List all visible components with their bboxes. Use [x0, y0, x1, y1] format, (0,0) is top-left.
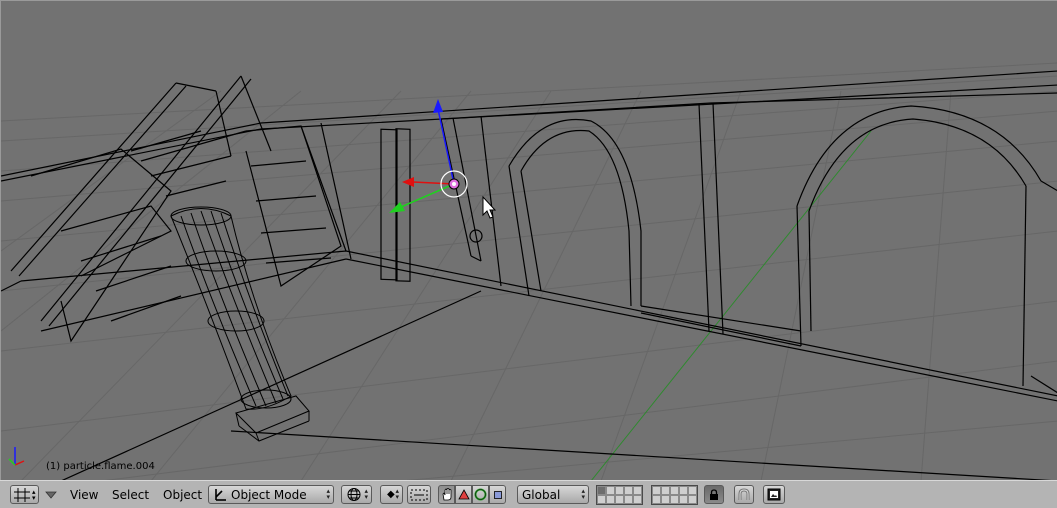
layer-button[interactable]	[615, 494, 624, 504]
layer-button[interactable]	[633, 485, 642, 495]
dropdown-arrows-icon: ▴ ▾	[326, 487, 330, 501]
translate-manipulator-button[interactable]	[455, 485, 472, 504]
triangle-down-icon	[45, 491, 57, 499]
manipulator-toggle-button[interactable]	[438, 485, 455, 504]
axis-gizmo-icon	[8, 447, 25, 466]
lock-layers-button[interactable]	[704, 485, 724, 504]
active-object-info: (1) particle.flame.004	[46, 461, 155, 472]
layer-button[interactable]	[606, 494, 615, 504]
layer-button[interactable]	[652, 485, 661, 495]
layer-block-1	[596, 484, 643, 505]
layer-button[interactable]	[679, 485, 688, 495]
object-menu[interactable]: Object	[159, 485, 206, 504]
scale-square-icon	[493, 490, 502, 499]
pivot-point-icon: ◆	[387, 489, 395, 500]
layer-button[interactable]	[670, 485, 679, 495]
hand-icon	[442, 488, 451, 501]
scale-manipulator-button[interactable]	[489, 485, 506, 504]
rotate-ring-icon	[474, 488, 487, 501]
layer-button[interactable]	[597, 485, 606, 495]
transform-orientation-dropdown[interactable]: Global ▴ ▾	[517, 485, 589, 504]
layer-button[interactable]	[606, 485, 615, 495]
rotate-manipulator-button[interactable]	[472, 485, 489, 504]
layer-button[interactable]	[624, 494, 633, 504]
3d-viewport[interactable]: (1) particle.flame.004	[0, 0, 1057, 480]
dropdown-arrows-icon: ▴ ▾	[395, 487, 399, 501]
layer-buttons-group-2	[651, 484, 698, 505]
editor-type-button[interactable]: ▴ ▾	[10, 485, 39, 504]
layer-button[interactable]	[661, 494, 670, 504]
layer-button[interactable]	[615, 485, 624, 495]
layer-button[interactable]	[679, 494, 688, 504]
draw-type-sphere-icon	[347, 488, 361, 501]
view-menu[interactable]: View	[66, 485, 102, 504]
layer-button[interactable]	[661, 485, 670, 495]
layer-button[interactable]	[597, 494, 606, 504]
layer-button[interactable]	[624, 485, 633, 495]
dropdown-arrows-icon: ▴ ▾	[364, 487, 368, 501]
layer-button[interactable]	[652, 494, 661, 504]
y-axis-floor-line	[591, 130, 872, 480]
viewport-scene	[1, 62, 1057, 480]
align-arrows-icon	[410, 489, 428, 500]
render-preview-button[interactable]	[763, 485, 785, 504]
dropdown-arrows-icon: ▴ ▾	[581, 487, 585, 501]
draw-type-dropdown[interactable]: ▴ ▾	[341, 485, 372, 504]
translate-triangle-icon	[457, 489, 470, 500]
layer-button[interactable]	[633, 494, 642, 504]
magnet-icon	[738, 487, 750, 500]
snap-toggle-button[interactable]	[734, 485, 754, 504]
grid-icon	[14, 487, 30, 502]
render-preview-icon	[767, 488, 781, 501]
menu-collapse-button[interactable]	[45, 485, 59, 504]
wireframe-walls	[1, 70, 1057, 480]
mode-dropdown-label: Object Mode	[231, 487, 307, 502]
layer-block-2	[651, 484, 698, 505]
manipulator-buttons	[438, 485, 506, 504]
layer-buttons-group-1	[596, 484, 643, 505]
floor-grid	[1, 62, 1057, 480]
layer-button[interactable]	[670, 494, 679, 504]
mode-dropdown[interactable]: Object Mode ▴ ▾	[208, 485, 334, 504]
select-menu[interactable]: Select	[108, 485, 153, 504]
layer-button[interactable]	[688, 485, 697, 495]
pivot-align-button[interactable]	[407, 485, 431, 504]
layer-button[interactable]	[688, 494, 697, 504]
viewport-header: ▴ ▾ View Select Object Object Mode ▴ ▾ ▴ ▾ …	[0, 480, 1057, 508]
orientation-dropdown-label: Global	[522, 487, 561, 502]
object-mode-icon	[215, 488, 226, 501]
lock-icon	[710, 488, 718, 500]
pivot-point-dropdown[interactable]: ◆ ▴ ▾	[380, 485, 403, 504]
